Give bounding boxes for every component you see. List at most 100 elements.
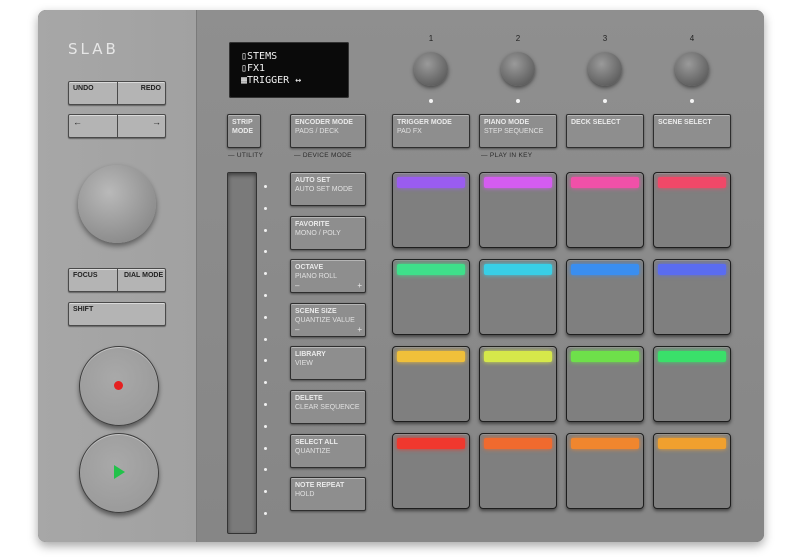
pad-1-4[interactable] <box>653 172 731 248</box>
dial-mode-button[interactable]: DIAL MODE <box>124 272 163 279</box>
pad-4-2[interactable] <box>479 433 557 509</box>
scene-select-title: SCENE SELECT <box>658 119 712 126</box>
pad-led-bar <box>658 351 726 362</box>
encoder-mode-button[interactable]: ENCODER MODE PADS / DECK <box>290 114 366 148</box>
function-button-select-all[interactable]: SELECT ALL QUANTIZE <box>290 433 366 468</box>
left-panel: SLAB UNDO REDO ← → FOCUS DIAL MODE SHIFT <box>38 10 197 542</box>
function-button-scene-size[interactable]: SCENE SIZE QUANTIZE VALUE – + <box>290 302 366 337</box>
strip-led <box>264 359 267 363</box>
pad-4-1[interactable] <box>392 433 470 509</box>
play-button[interactable] <box>79 433 159 513</box>
pad-3-1[interactable] <box>392 346 470 422</box>
pad-led-bar <box>484 351 552 362</box>
jog-dial-knob[interactable] <box>78 165 156 243</box>
piano-mode-button[interactable]: PIANO MODE STEP SEQUENCE <box>479 114 557 148</box>
redo-button[interactable]: REDO <box>141 85 161 92</box>
pad-3-3[interactable] <box>566 346 644 422</box>
strip-mode-button[interactable]: STRIP MODE <box>227 114 261 148</box>
pad-3-4[interactable] <box>653 346 731 422</box>
record-button[interactable] <box>79 346 159 426</box>
device-mode-label: — DEVICE MODE <box>294 152 352 159</box>
oled-line-fx1: ▯FX1 <box>241 63 266 74</box>
trigger-mode-title: TRIGGER MODE <box>397 119 452 126</box>
pad-led-bar <box>484 264 552 275</box>
function-button-octave[interactable]: OCTAVE PIANO ROLL – + <box>290 259 366 294</box>
scene-select-button[interactable]: SCENE SELECT <box>653 114 731 148</box>
utility-label: — UTILITY <box>228 152 264 159</box>
function-button-title: OCTAVE <box>295 264 324 272</box>
pad-2-1[interactable] <box>392 259 470 335</box>
pad-1-3[interactable] <box>566 172 644 248</box>
minus-icon: – <box>295 324 300 334</box>
trigger-mode-button[interactable]: TRIGGER MODE PAD FX <box>392 114 470 148</box>
encoder-knob-3[interactable] <box>588 52 622 86</box>
shift-button[interactable]: SHIFT <box>68 302 166 326</box>
function-button-delete[interactable]: DELETE CLEAR SEQUENCE <box>290 390 366 424</box>
left-arrow-icon[interactable]: ← <box>73 117 82 127</box>
pad-led-bar <box>658 264 726 275</box>
strip-led <box>264 315 267 319</box>
function-button-title: LIBRARY <box>295 351 326 359</box>
strip-led <box>264 381 267 385</box>
encoder-knob-4[interactable] <box>675 52 709 86</box>
play-in-key-label: — PLAY IN KEY <box>481 152 533 159</box>
minus-icon: – <box>295 281 300 291</box>
button-divider <box>117 82 118 104</box>
focus-dial-mode-button: FOCUS DIAL MODE <box>68 268 166 292</box>
play-icon <box>114 465 125 479</box>
function-button-sub: VIEW <box>295 360 313 368</box>
pad-2-4[interactable] <box>653 259 731 335</box>
function-button-title: FAVORITE <box>295 220 330 228</box>
pad-1-2[interactable] <box>479 172 557 248</box>
undo-redo-button: UNDO REDO <box>68 81 166 105</box>
shift-label: SHIFT <box>73 306 94 313</box>
encoder-knob-2[interactable] <box>501 52 535 86</box>
function-button-title: AUTO SET <box>295 177 331 184</box>
strip-led <box>264 424 267 428</box>
encoder-number-4: 4 <box>689 34 695 43</box>
deck-select-button[interactable]: DECK SELECT <box>566 114 644 148</box>
main-panel: ▯STEMS ▯FX1 ▦TRIGGER ↔ 1 2 3 4 STRIP MOD… <box>197 10 764 542</box>
strip-led <box>264 490 267 494</box>
plus-icon: + <box>357 324 362 334</box>
pad-led-bar <box>571 438 639 449</box>
function-button-sub: PIANO ROLL <box>295 273 338 281</box>
pad-3-2[interactable] <box>479 346 557 422</box>
strip-led <box>264 337 267 341</box>
pad-led-bar <box>397 177 465 188</box>
encoder-number-2: 2 <box>515 34 521 43</box>
function-button-library[interactable]: LIBRARY VIEW <box>290 346 366 381</box>
pad-led-bar <box>484 177 552 188</box>
pad-4-4[interactable] <box>653 433 731 509</box>
pad-2-3[interactable] <box>566 259 644 335</box>
encoder-knob-1[interactable] <box>414 52 448 86</box>
function-button-title: SELECT ALL <box>295 438 338 446</box>
pad-2-2[interactable] <box>479 259 557 335</box>
function-button-note-repeat[interactable]: NOTE REPEAT HOLD <box>290 477 366 512</box>
undo-button[interactable]: UNDO <box>73 85 94 92</box>
record-icon <box>114 381 123 390</box>
pad-led-bar <box>397 438 465 449</box>
focus-button[interactable]: FOCUS <box>73 272 98 279</box>
button-divider <box>117 269 118 291</box>
encoder-mode-sub: PADS / DECK <box>295 128 339 135</box>
function-button-favorite[interactable]: FAVORITE MONO / POLY <box>290 215 366 250</box>
controller-device: SLAB UNDO REDO ← → FOCUS DIAL MODE SHIFT <box>38 10 764 542</box>
pad-led-bar <box>658 438 726 449</box>
encoder-led-1 <box>429 99 433 103</box>
pad-led-bar <box>571 264 639 275</box>
pad-led-bar <box>397 264 465 275</box>
function-button-auto-set[interactable]: AUTO SET AUTO SET MODE <box>290 172 366 206</box>
function-button-sub: MONO / POLY <box>295 229 341 237</box>
pad-led-bar <box>397 351 465 362</box>
encoder-led-3 <box>603 99 607 103</box>
pad-led-bar <box>658 177 726 188</box>
touch-strip[interactable] <box>227 172 257 534</box>
encoder-number-3: 3 <box>602 34 608 43</box>
function-button-title: NOTE REPEAT <box>295 482 345 490</box>
right-arrow-icon[interactable]: → <box>152 117 161 127</box>
strip-led <box>264 250 267 254</box>
pad-1-1[interactable] <box>392 172 470 248</box>
pad-4-3[interactable] <box>566 433 644 509</box>
encoder-led-4 <box>690 99 694 103</box>
